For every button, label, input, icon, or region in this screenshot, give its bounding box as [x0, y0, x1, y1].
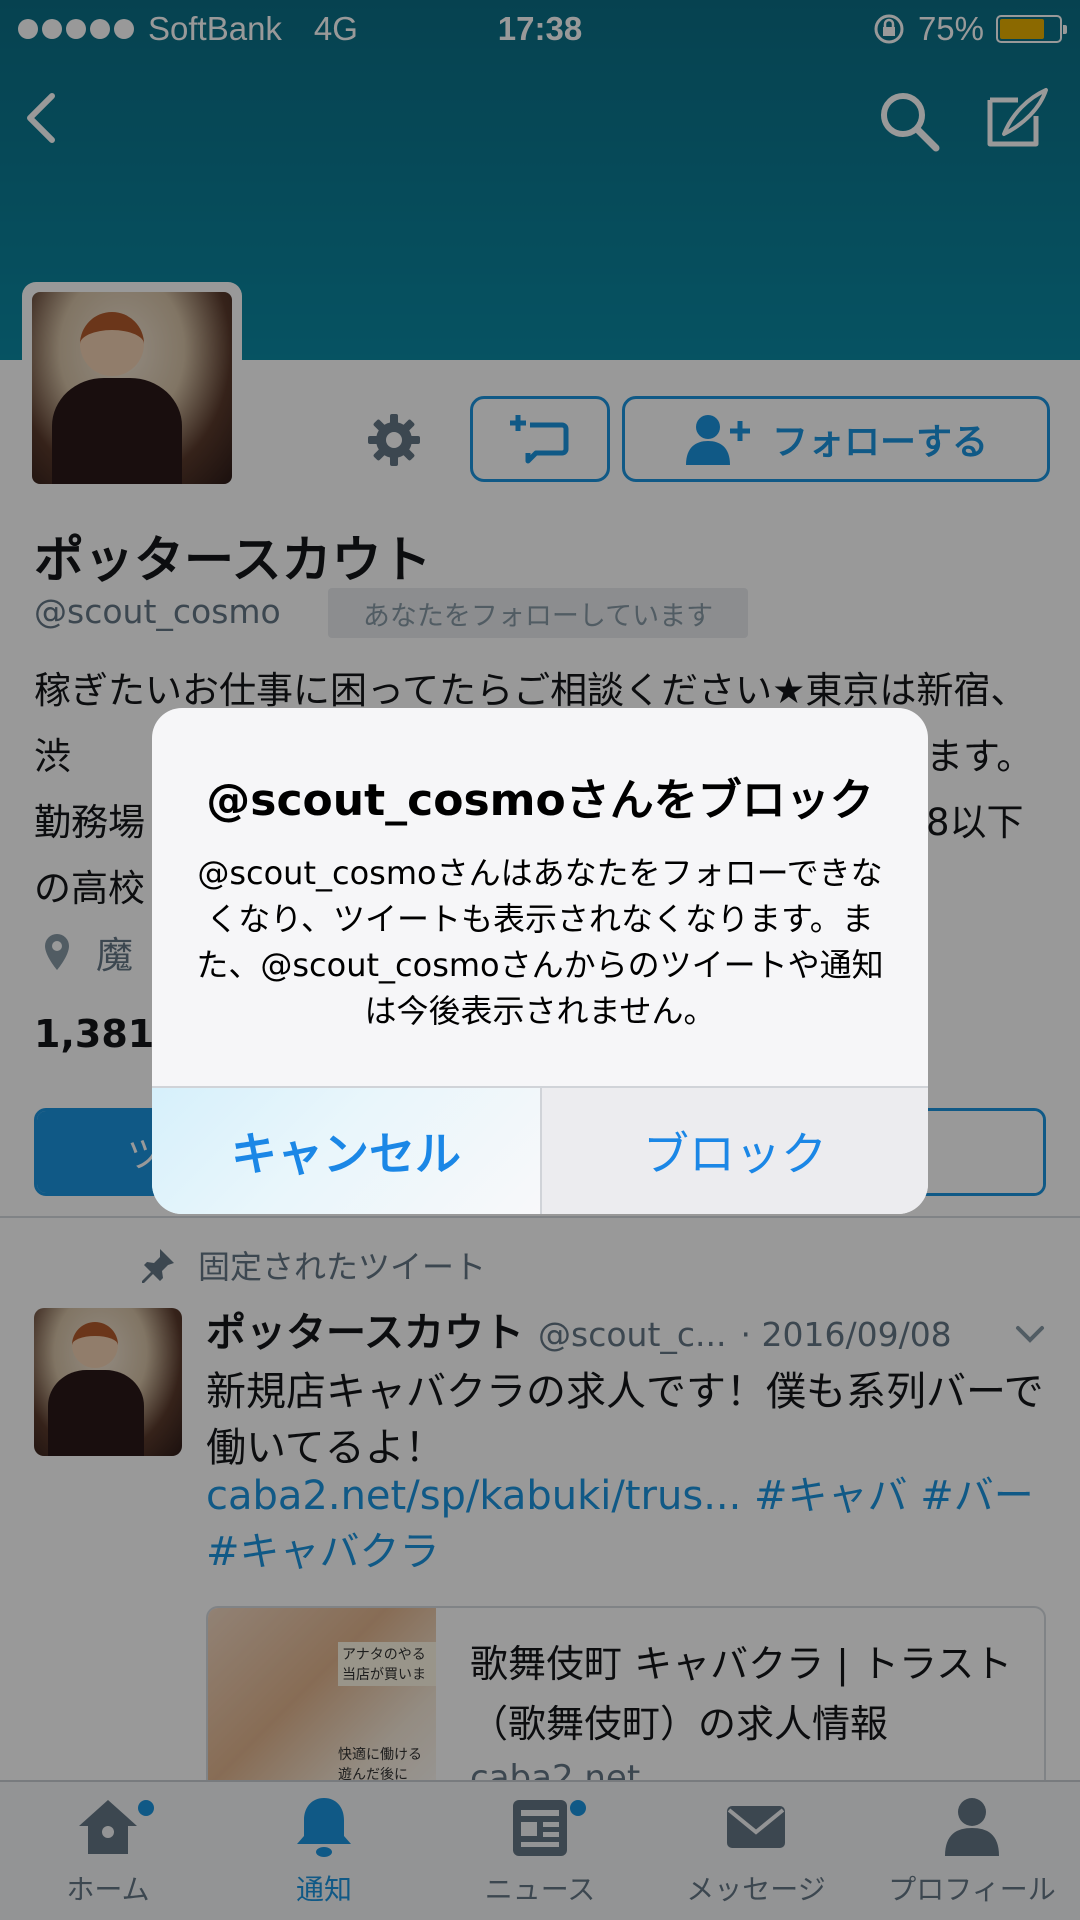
block-button[interactable]: ブロック — [540, 1088, 928, 1214]
cancel-button[interactable]: キャンセル — [152, 1088, 540, 1214]
dialog-message: @scout_cosmoさんはあなたをフォローできなくなり、ツイートも表示されな… — [196, 854, 884, 1030]
dialog-title: @scout_cosmoさんをブロック — [206, 775, 874, 826]
block-confirm-dialog: @scout_cosmoさんをブロック @scout_cosmoさんはあなたをフ… — [152, 708, 928, 1214]
